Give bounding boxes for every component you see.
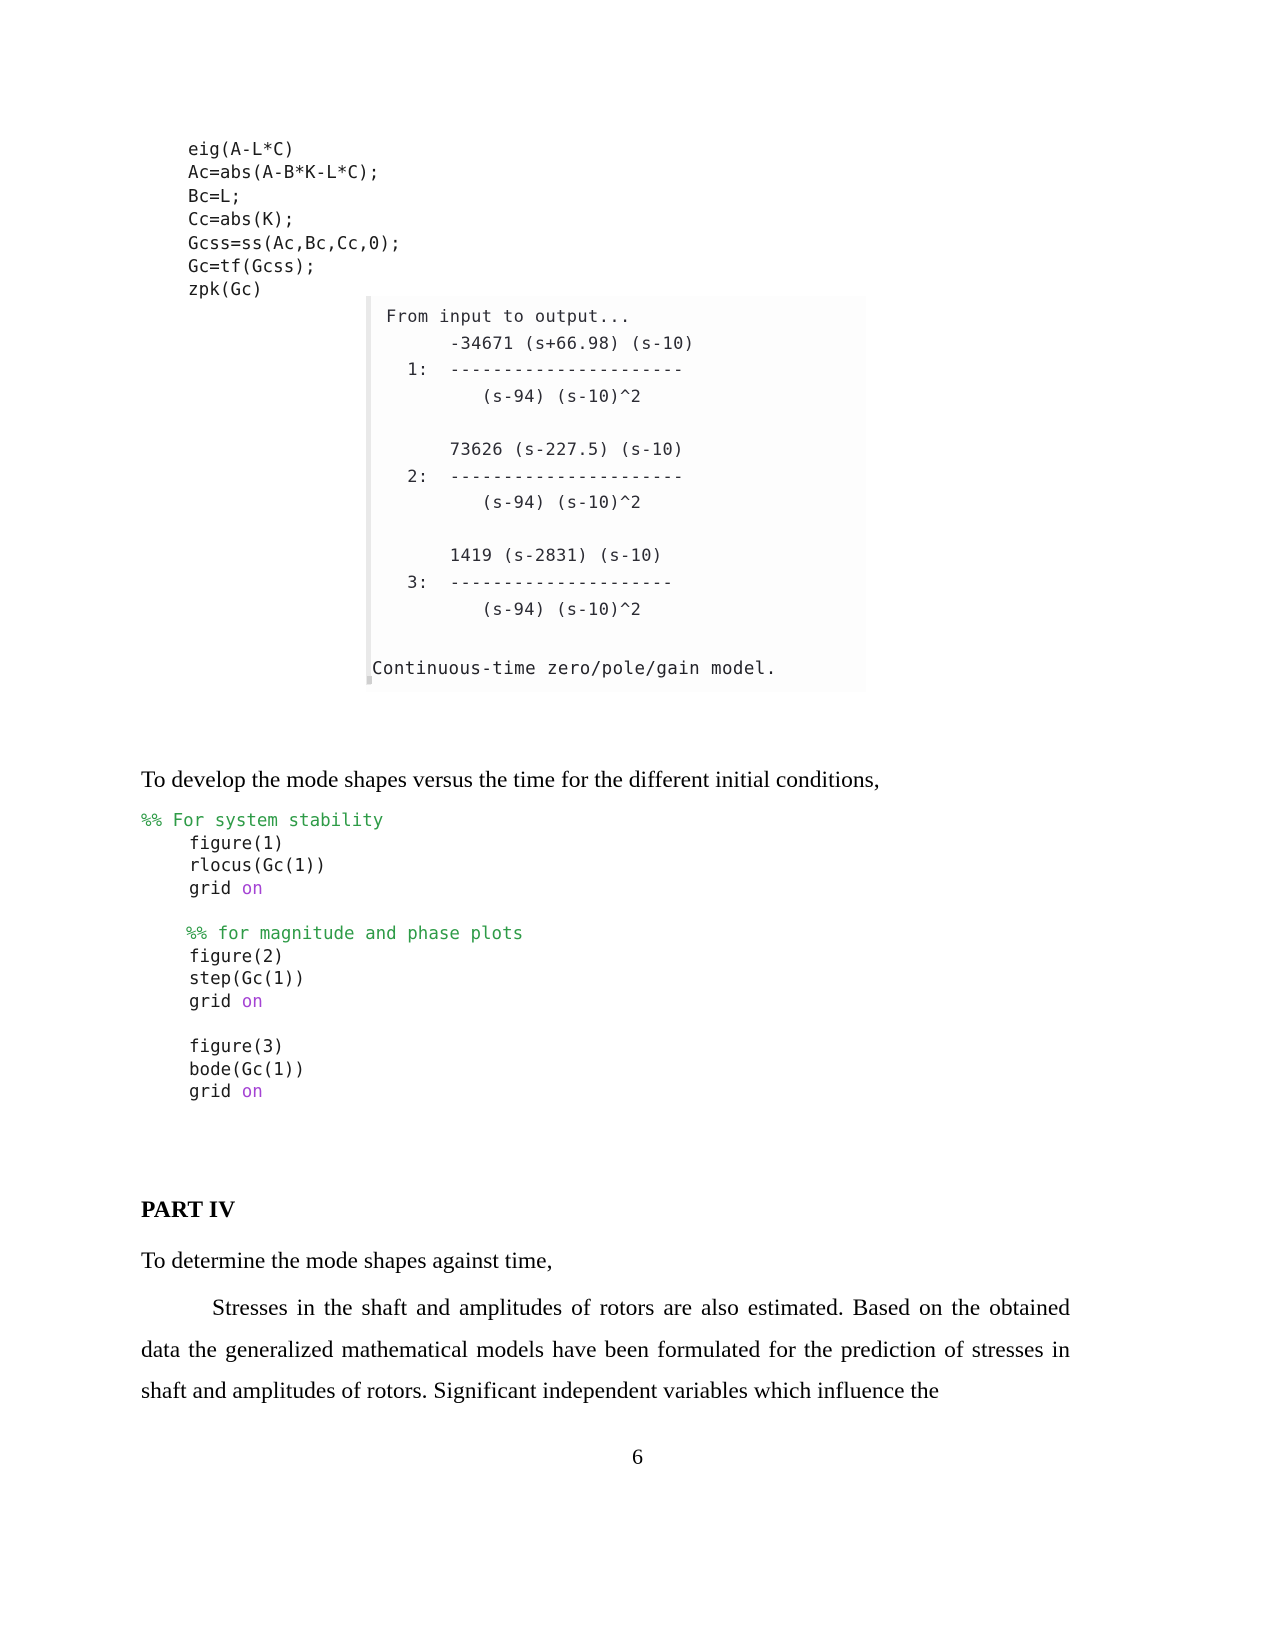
page-number: 6: [632, 1444, 643, 1469]
console-line: 73626 (s-227.5) (s-10): [386, 439, 684, 460]
stresses-paragraph: Stresses in the shaft and amplitudes of …: [141, 1295, 1070, 1404]
code-text: figure(3): [189, 1036, 284, 1057]
console-left-rail: [366, 296, 371, 685]
code-keyword: on: [241, 878, 263, 899]
part-iv-heading: PART IV: [141, 1197, 236, 1223]
code-comment: %% for magnitude and phase plots: [186, 923, 524, 944]
console-line: (s-94) (s-10)^2: [386, 386, 642, 407]
code-keyword: on: [241, 991, 263, 1012]
matlab-code-block-main: %% For system stability figure(1) rlocus(G…: [141, 810, 523, 1104]
code-line: figure(1): [141, 833, 523, 856]
console-line: From input to output...: [386, 307, 631, 327]
console-line: 1: ----------------------: [386, 360, 684, 381]
code-line: rlocus(Gc(1)): [141, 855, 523, 878]
console-line: (s-94) (s-10)^2: [386, 493, 642, 514]
console-line: 3: ---------------------: [386, 572, 674, 593]
code-text: rlocus(Gc(1)): [189, 856, 326, 877]
code-line: Ac=abs(A-B*K-L*C);: [188, 163, 380, 184]
code-line: bode(Gc(1)): [141, 1059, 523, 1082]
code-comment: %% For system stability: [141, 811, 384, 831]
code-line: Bc=L;: [188, 186, 242, 207]
code-text: grid: [189, 1082, 242, 1103]
code-line: Gcss=ss(Ac,Bc,Cc,0);: [188, 233, 401, 254]
code-line: Cc=abs(K);: [188, 210, 295, 231]
code-text: figure(2): [189, 946, 284, 967]
determine-paragraph: To determine the mode shapes against tim…: [141, 1248, 553, 1274]
console-line: 1419 (s-2831) (s-10): [386, 546, 663, 567]
code-line: step(Gc(1)): [141, 968, 523, 991]
code-text: bode(Gc(1)): [189, 1059, 305, 1080]
code-text: figure(1): [189, 833, 284, 854]
code-keyword: on: [241, 1082, 263, 1103]
code-line: %% For system stability: [141, 810, 523, 833]
code-line: grid on: [141, 991, 523, 1014]
matlab-code-block-top: eig(A-L*C) Ac=abs(A-B*K-L*C); Bc=L; Cc=abs(…: [188, 139, 401, 303]
console-line: (s-94) (s-10)^2: [386, 599, 642, 620]
console-line: 2: ----------------------: [386, 466, 684, 487]
code-line: %% for magnitude and phase plots: [141, 923, 523, 946]
code-line: figure(2): [141, 946, 523, 969]
console-line: -34671 (s+66.98) (s-10): [386, 333, 695, 354]
console-output-text: From input to output... -34671 (s+66.98)…: [386, 304, 694, 623]
code-text: step(Gc(1)): [189, 969, 305, 990]
code-line: grid on: [141, 1081, 523, 1104]
code-line: eig(A-L*C): [188, 140, 295, 160]
code-line: grid on: [141, 878, 523, 901]
matlab-console-output-figure: From input to output... -34671 (s+66.98)…: [366, 296, 866, 692]
console-output-footer: Continuous-time zero/pole/gain model.: [372, 659, 777, 679]
code-line: figure(3): [141, 1036, 523, 1059]
code-line: Gc=tf(Gcss);: [188, 257, 316, 278]
code-text: grid: [189, 878, 242, 899]
code-text: grid: [189, 991, 242, 1012]
intro-paragraph: To develop the mode shapes versus the ti…: [141, 767, 880, 793]
document-page: eig(A-L*C) Ac=abs(A-B*K-L*C); Bc=L; Cc=abs(…: [0, 0, 1275, 1650]
